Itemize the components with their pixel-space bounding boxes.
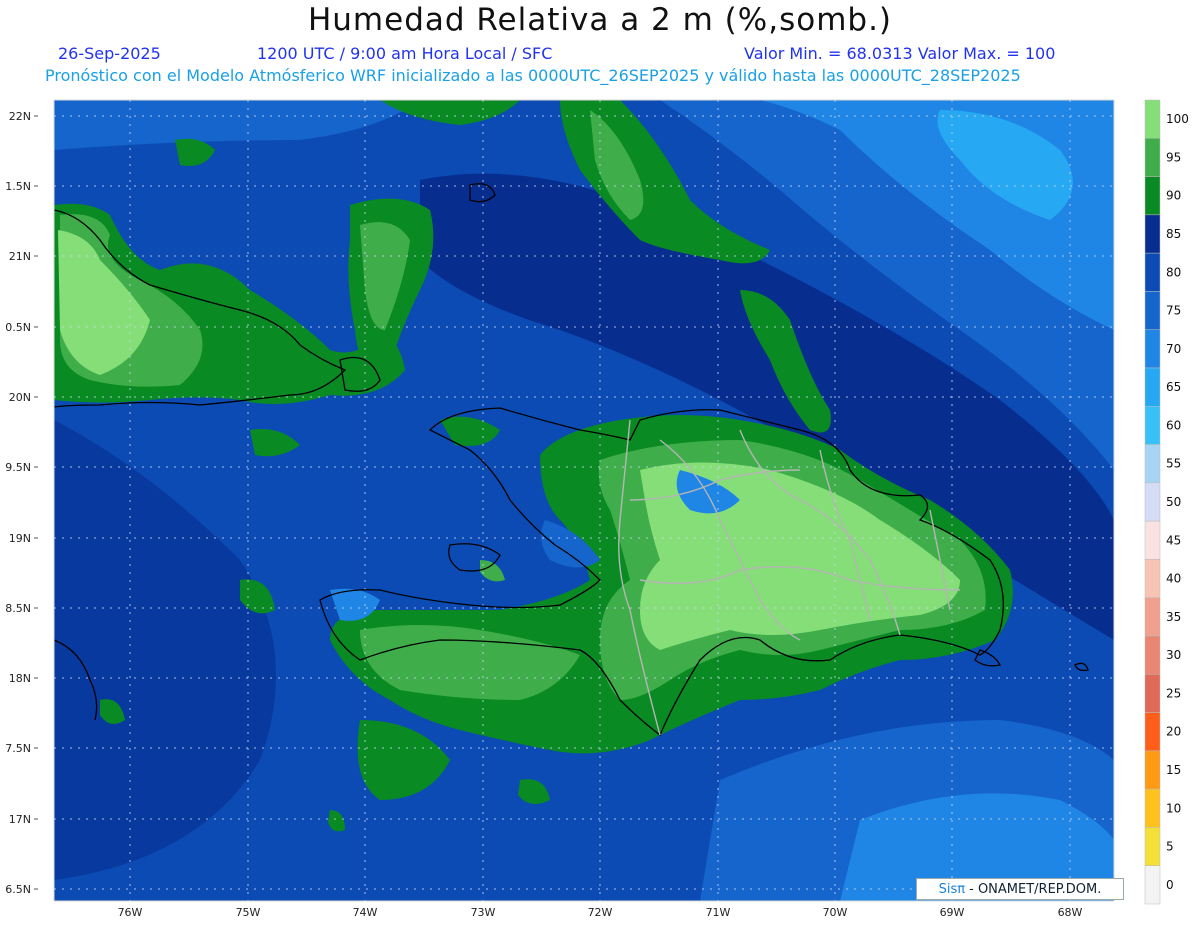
latitude-labels: 22N 1.5N 21N 0.5N 20N 9.5N 19N 8.5N 18N 7.5N 17N 6.… [5,110,38,896]
colorbar-segment [1144,406,1161,445]
credit-text: - ONAMET/REP.DOM. [969,881,1102,897]
lat-tick-label: 9.5N [5,461,31,474]
credit-box: Sisπ - ONAMET/REP.DOM. [916,878,1124,900]
colorbar-label: 65 [1166,380,1181,394]
colorbar-label: 55 [1166,457,1181,471]
lat-tick-label: 20N [9,391,31,404]
colorbar-segment [1144,712,1161,752]
colorbar-segment [1144,635,1161,675]
lat-tick-label: 19N [9,532,31,545]
colorbar-label: 70 [1166,342,1181,356]
colorbar-label: 30 [1166,648,1181,662]
colorbar-label: 75 [1166,304,1181,318]
lat-tick-label: 0.5N [5,321,31,334]
lat-tick-label: 6.5N [5,883,31,896]
colorbar-segment [1144,176,1161,216]
colorbar-segment [1144,214,1161,254]
colorbar-label: 40 [1166,572,1181,586]
colorbar-label: 60 [1166,418,1181,432]
colorbar-label: 20 [1166,725,1181,739]
lon-tick-label: 75W [236,906,261,919]
colorbar-label: 10 [1166,801,1181,815]
colorbar-segment [1144,750,1161,790]
colorbar-label: 35 [1166,610,1181,624]
lon-tick-label: 76W [118,906,143,919]
colorbar-label: 100 [1166,112,1189,126]
lat-tick-label: 7.5N [5,742,31,755]
lat-tick-label: 22N [9,110,31,123]
colorbar-label: 25 [1166,686,1181,700]
colorbar-label: 90 [1166,189,1181,203]
lat-tick-label: 8.5N [5,602,31,615]
colorbar-segment [1144,597,1161,637]
colorbar-label: 95 [1166,150,1181,164]
lon-tick-label: 74W [353,906,378,919]
colorbar-segment [1144,674,1161,713]
lon-tick-label: 69W [940,906,965,919]
lat-tick-label: 18N [9,672,31,685]
humidity-field [54,100,1114,901]
colorbar-label: 85 [1166,227,1181,241]
sispi-logo: Sisπ [938,881,966,897]
colorbar: 1009590858075706560555045403530252015105… [1144,99,1189,905]
colorbar-segment [1144,99,1161,139]
colorbar-segment [1144,520,1161,560]
colorbar-label: 80 [1166,265,1181,279]
colorbar-segment [1144,329,1161,369]
lon-tick-label: 71W [706,906,731,919]
longitude-labels: 76W 75W 74W 73W 72W 71W 70W 69W 68W [118,906,1083,919]
colorbar-label: 0 [1166,878,1174,892]
colorbar-label: 45 [1166,533,1181,547]
lon-tick-label: 72W [588,906,613,919]
colorbar-segment [1144,444,1161,484]
colorbar-segment [1144,559,1161,598]
colorbar-label: 15 [1166,763,1181,777]
colorbar-label: 50 [1166,495,1181,509]
colorbar-segment [1144,788,1161,828]
lon-tick-label: 73W [471,906,496,919]
lat-tick-label: 21N [9,250,31,263]
colorbar-segment [1144,827,1161,866]
colorbar-segment [1144,865,1161,905]
colorbar-segment [1144,252,1161,292]
colorbar-segment [1144,367,1161,407]
colorbar-segment [1144,482,1161,522]
humidity-map: 22N 1.5N 21N 0.5N 20N 9.5N 19N 8.5N 18N 7.5N 17N 6.… [5,99,1189,919]
lon-tick-label: 70W [823,906,848,919]
colorbar-segment [1144,291,1161,330]
colorbar-segment [1144,138,1161,177]
lat-tick-label: 1.5N [5,180,31,193]
lat-tick-label: 17N [9,813,31,826]
colorbar-label: 5 [1166,840,1174,854]
lon-tick-label: 68W [1058,906,1083,919]
